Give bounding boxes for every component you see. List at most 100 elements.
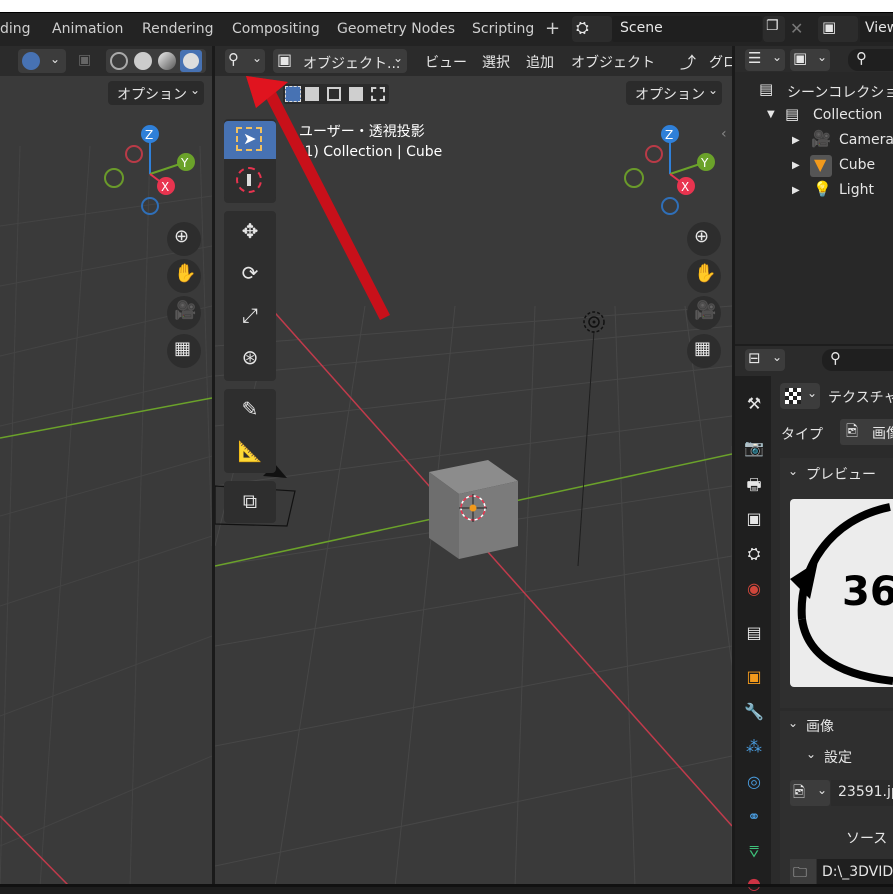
tool-tab-icon[interactable]: ⚒ [744,394,764,414]
image-icon: 🖻 [846,422,859,440]
outliner-panel: ▤ シーンコレクショ ▼ ▤ Collection ▶ 🎥 Camera ▶ ▼… [735,72,893,344]
constraints-tab-icon[interactable]: ⚭ [744,807,764,827]
object-tab-icon[interactable]: ▣ [744,667,764,687]
chevron-down-icon[interactable]: ⌄ [788,464,798,478]
zoom-button[interactable]: ⊕ [687,222,721,256]
menu-add[interactable]: 追加 [526,52,554,72]
tab-compositing[interactable]: Compositing [232,21,320,37]
search-icon: ⚲ [830,349,841,367]
preview-section: ⌄ プレビュー 36 [780,458,893,708]
preview-header[interactable]: プレビュー [806,464,876,484]
scene-selector-button[interactable]: ⛭ [572,16,612,42]
image-browse-button[interactable]: 🖻 ⌄ [790,780,830,806]
chevron-down-icon: ⌄ [772,350,783,364]
menu-select[interactable]: 選択 [482,52,510,72]
camera-view-button[interactable]: 🎥 [167,296,201,330]
chevron-down-icon[interactable]: ⌄ [806,747,816,761]
folder-icon: 🗀 [793,865,807,881]
scene-tab-icon[interactable]: ⛭ [744,544,764,564]
tab-animation[interactable]: Animation [52,21,123,37]
zoom-button[interactable]: ⊕ [167,222,201,256]
source-label: ソース [846,831,888,847]
main-options-dropdown[interactable]: オプション ⌄ [626,81,722,105]
tab-rendering[interactable]: Rendering [142,21,214,37]
measure-tool-icon[interactable]: 📐 [224,439,276,463]
expand-arrow-icon[interactable]: ▶ [792,160,800,171]
image-section: ⌄ 画像 ⌄ 設定 🖻 ⌄ 23591.jp ソース 🗀 D:\_3DVID [780,711,893,887]
annotate-tool-icon[interactable]: ✎ [224,397,276,421]
add-cube-tool-icon[interactable]: ⧉ [224,489,276,513]
left-viewport[interactable]: ⌄ ▣ オプション ⌄ Z Y X ⊕ ✋ 🎥 ▦ [0,46,212,887]
perspective-toggle-button[interactable]: ▦ [687,334,721,368]
display-mode-button[interactable]: ▣ ⌄ [790,49,830,71]
expand-arrow-icon[interactable]: ▶ [792,135,800,146]
pan-button[interactable]: ✋ [167,259,201,293]
scene-collection-label[interactable]: シーンコレクショ [787,82,893,102]
light-object-icon: 💡 [813,180,832,198]
chevron-down-icon[interactable]: ⌄ [788,716,798,730]
particles-tab-icon[interactable]: ⁂ [744,737,764,757]
scene-name-field[interactable]: Scene [612,16,762,42]
properties-search-input[interactable]: ⚲ [822,349,893,371]
pan-button[interactable]: ✋ [687,259,721,293]
collection-label[interactable]: Collection [813,107,882,123]
toolbar-group-add: ⧉ [224,481,276,523]
data-tab-icon[interactable]: ⩢ [744,842,764,862]
main-navigation-gizmo[interactable]: Z Y X [618,124,718,224]
gizmo-y-label: Y [180,156,189,170]
file-browse-button[interactable]: 🗀 [790,859,816,887]
material-shading-icon[interactable] [158,52,176,70]
image-name-field[interactable]: 23591.jp [831,780,893,806]
xray-icon[interactable]: ▣ [78,52,91,68]
sidebar-toggle-icon[interactable]: ‹ [721,126,727,142]
new-scene-button[interactable]: ❐ [763,16,785,42]
camera-view-button[interactable]: 🎥 [687,296,721,330]
file-path-field[interactable]: D:\_3DVID [817,859,893,887]
outliner-item-light[interactable]: Light [839,182,874,198]
expand-arrow-icon[interactable]: ▶ [792,185,800,196]
tab-scripting[interactable]: Scripting [472,21,534,37]
collapse-arrow-icon[interactable]: ▼ [767,109,775,120]
transform-tool-icon[interactable]: ⊛ [224,345,276,369]
close-icon[interactable]: ✕ [790,19,803,38]
menu-view[interactable]: ビュー [425,52,467,72]
left-navigation-gizmo[interactable]: Z Y X [98,124,198,224]
tab-shading[interactable]: ding [0,21,31,37]
view-layer-button[interactable]: ▣ [818,16,858,42]
texture-name-field[interactable]: テクスチャ [821,383,893,409]
rendered-shading-icon[interactable] [180,50,202,72]
world-tab-icon[interactable]: ◉ [744,579,764,599]
toolbar-group-annotate: ✎ 📐 [224,389,276,473]
view-layer-tab-icon[interactable]: ▣ [744,509,764,529]
left-viewport-header: ⌄ ▣ [0,46,212,76]
output-tab-icon[interactable]: 🖶 [744,474,764,494]
add-workspace-button[interactable]: + [545,18,560,39]
outliner-editor-type-button[interactable]: ☰ ⌄ [745,49,785,71]
chevron-down-icon: ⌄ [772,50,783,64]
render-tab-icon[interactable]: 📷 [744,438,764,458]
transform-orientation-icon[interactable]: ⤴ [680,49,696,73]
left-shading-buttons [106,49,206,73]
left-options-dropdown[interactable]: オプション ⌄ [108,81,204,105]
outliner-item-camera[interactable]: Camera [839,132,893,148]
collection-tab-icon[interactable]: ▤ [744,623,764,643]
left-overlay-button[interactable]: ⌄ [18,49,66,73]
settings-header[interactable]: 設定 [824,747,852,767]
modifier-tab-icon[interactable]: 🔧 [744,702,764,722]
transform-orientation-label[interactable]: グロ [709,52,732,72]
outliner-search-input[interactable]: ⚲ [848,49,893,71]
menu-object[interactable]: オブジェクト [571,52,655,72]
tab-geometry-nodes[interactable]: Geometry Nodes [337,21,455,37]
view-layer-field[interactable]: View [860,16,893,42]
perspective-toggle-button[interactable]: ▦ [167,334,201,368]
type-dropdown[interactable]: 🖻 画像 [840,419,893,445]
physics-tab-icon[interactable]: ◎ [744,772,764,792]
properties-editor-type-button[interactable]: ⊟ ⌄ [745,349,785,371]
search-icon: ⚲ [856,49,867,67]
solid-shading-icon[interactable] [134,52,152,70]
wireframe-shading-icon[interactable] [110,52,128,70]
gizmo-y-label: Y [700,156,709,170]
outliner-item-cube[interactable]: Cube [839,157,875,173]
image-header[interactable]: 画像 [806,716,834,736]
texture-type-button[interactable]: ⌄ [780,383,820,409]
